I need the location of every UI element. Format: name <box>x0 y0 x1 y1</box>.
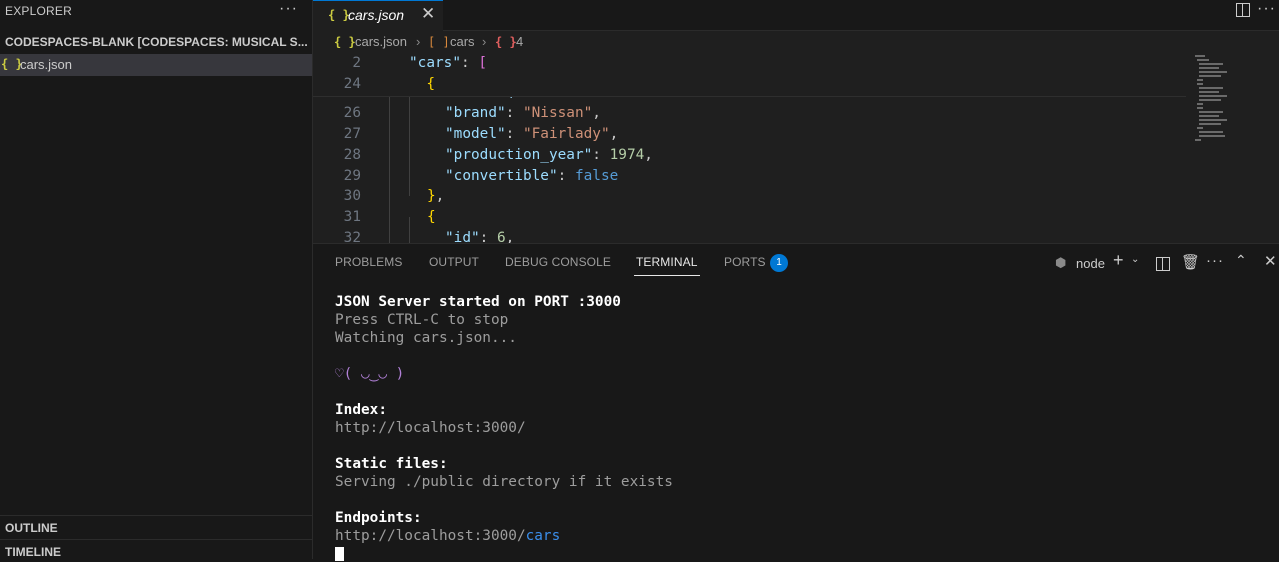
terminal-line: http://localhost:3000/cars <box>335 528 560 544</box>
tab-debug-console[interactable]: DEBUG CONSOLE <box>505 255 611 269</box>
file-item-label: cars.json <box>20 57 73 72</box>
terminal-line: Press CTRL-C to stop <box>335 312 509 328</box>
indent-guide <box>389 96 390 243</box>
code-line: "id": 6, <box>445 230 515 243</box>
line-number: 31 <box>343 209 361 225</box>
terminal-shell-name[interactable]: node <box>1076 256 1105 271</box>
indent-guide <box>409 96 410 196</box>
code-line: "convertible": false <box>445 168 619 184</box>
chevron-right-icon: › <box>416 34 421 49</box>
endpoint-link[interactable]: cars <box>526 528 561 544</box>
chevron-down-icon[interactable]: ⌄ <box>1131 254 1139 265</box>
terminal-line: JSON Server started on PORT :3000 <box>335 294 621 310</box>
endpoint-base-url: http://localhost:3000/ <box>335 528 526 544</box>
line-number: 32 <box>343 230 361 243</box>
code-line: "production_year": 1974, <box>445 147 653 163</box>
sticky-scroll-header[interactable]: 2 "cars": [ 24 { <box>313 53 1186 97</box>
line-number: 26 <box>343 105 361 121</box>
new-terminal-icon[interactable]: + <box>1113 250 1124 271</box>
tab-problems[interactable]: PROBLEMS <box>335 255 403 269</box>
breadcrumb: { } cars.json › [ ] cars › { } 4 <box>313 31 1279 53</box>
terminal-line: Endpoints: <box>335 510 422 526</box>
code-editor[interactable]: 2 "cars": [ 24 { "id": 5, 26 "brand": "N… <box>313 53 1279 243</box>
terminal-line: Watching cars.json... <box>335 330 517 346</box>
bottom-panel: PROBLEMS OUTPUT DEBUG CONSOLE TERMINAL P… <box>313 243 1279 561</box>
ports-count-badge: 1 <box>770 254 788 272</box>
tab-label: cars.json <box>348 7 405 23</box>
active-tab-indicator <box>634 275 700 276</box>
trash-icon[interactable]: 🗑 <box>1181 253 1200 271</box>
line-number: 28 <box>343 147 361 163</box>
split-editor-icon[interactable] <box>1236 3 1250 17</box>
breadcrumb-file[interactable]: cars.json <box>355 34 407 49</box>
close-panel-icon[interactable]: ✕ <box>1264 252 1277 270</box>
split-terminal-icon[interactable] <box>1156 257 1170 271</box>
terminal-line: Serving ./public directory if it exists <box>335 474 673 490</box>
code-line: }, <box>427 188 445 204</box>
line-number: 24 <box>343 76 361 92</box>
explorer-sidebar: EXPLORER ··· CODESPACES-BLANK [CODESPACE… <box>0 0 313 559</box>
code-line: { <box>427 209 436 225</box>
tab-cars-json[interactable]: { } cars.json ✕ <box>313 0 443 31</box>
close-tab-icon[interactable]: ✕ <box>421 4 435 24</box>
object-icon: { } <box>495 35 517 49</box>
code-line: { <box>426 76 435 92</box>
minimap[interactable] <box>1193 53 1253 148</box>
terminal-line: Static files: <box>335 456 448 472</box>
terminal-node-icon: ⬢ <box>1055 255 1067 270</box>
tab-ports[interactable]: PORTS <box>724 255 766 269</box>
terminal-line: http://localhost:3000/ <box>335 420 526 436</box>
workspace-folder-header[interactable]: CODESPACES-BLANK [CODESPACES: MUSICAL S.… <box>5 35 312 49</box>
tab-terminal[interactable]: TERMINAL <box>636 255 697 269</box>
line-number: 30 <box>343 188 361 204</box>
breadcrumb-object[interactable]: 4 <box>516 34 523 49</box>
json-file-icon: { } <box>334 35 356 49</box>
chevron-right-icon: › <box>482 34 487 49</box>
more-actions-icon[interactable]: ··· <box>1206 252 1224 269</box>
editor-tab-bar: { } cars.json ✕ ··· <box>313 0 1279 31</box>
tab-output[interactable]: OUTPUT <box>429 255 479 269</box>
line-number: 29 <box>343 168 361 184</box>
outline-section-header[interactable]: OUTLINE <box>0 515 312 538</box>
indent-guide <box>409 217 410 243</box>
code-line: "cars": [ <box>409 55 487 71</box>
terminal-line: ♡( ◡‿◡ ) <box>335 366 405 382</box>
code-line: "brand": "Nissan", <box>445 105 601 121</box>
chevron-up-icon[interactable]: ⌃ <box>1235 252 1247 269</box>
file-item-cars-json[interactable]: { } cars.json <box>0 54 312 76</box>
code-line: "model": "Fairlady", <box>445 126 619 142</box>
terminal-line: Index: <box>335 402 387 418</box>
array-icon: [ ] <box>428 35 450 49</box>
timeline-label: TIMELINE <box>5 545 61 559</box>
explorer-more-actions-icon[interactable]: ··· <box>279 0 298 18</box>
line-number: 2 <box>352 55 361 71</box>
editor-more-actions-icon[interactable]: ··· <box>1257 0 1276 18</box>
outline-label: OUTLINE <box>5 521 58 535</box>
breadcrumb-array[interactable]: cars <box>450 34 475 49</box>
json-file-icon: { } <box>328 8 350 22</box>
line-number: 27 <box>343 126 361 142</box>
explorer-title: EXPLORER <box>5 4 72 18</box>
